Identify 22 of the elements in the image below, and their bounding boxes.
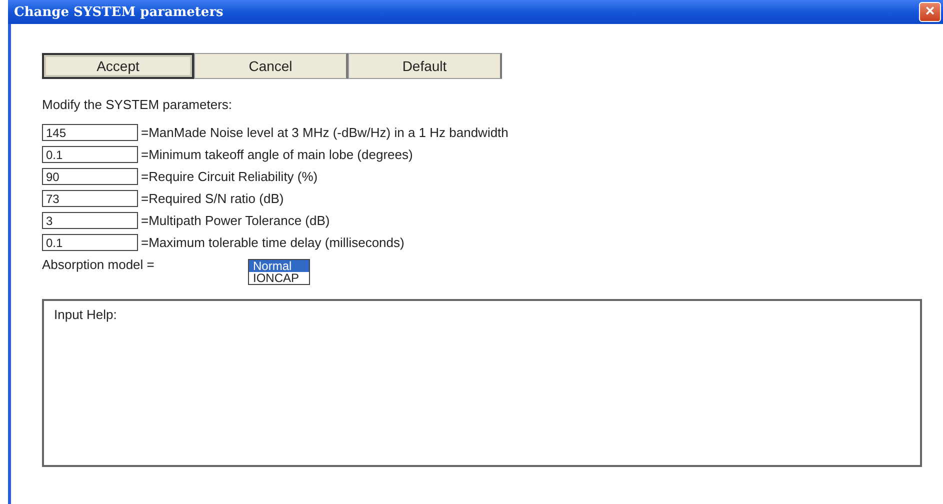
parameter-label: =Multipath Power Tolerance (dB) bbox=[141, 213, 330, 228]
parameter-label: =Minimum takeoff angle of main lobe (degrees) bbox=[141, 147, 413, 162]
parameter-label: =Required S/N ratio (dB) bbox=[141, 191, 284, 206]
input-field[interactable]: 73 bbox=[42, 190, 138, 207]
dialog-button[interactable]: Cancel bbox=[194, 53, 348, 79]
parameter-label: =Maximum tolerable time delay (milliseconds) bbox=[141, 235, 404, 250]
input-field[interactable]: 0.1 bbox=[42, 234, 138, 251]
help-title: Input Help: bbox=[54, 307, 117, 322]
list-option[interactable]: IONCAP bbox=[249, 272, 309, 284]
input-field[interactable]: 145 bbox=[42, 124, 138, 141]
window-title: Change SYSTEM parameters bbox=[14, 4, 224, 20]
input-field[interactable]: 3 bbox=[42, 212, 138, 229]
instruction-text: Modify the SYSTEM parameters: bbox=[42, 97, 234, 112]
input-field[interactable]: 90 bbox=[42, 168, 138, 185]
dialog-button[interactable]: Default bbox=[348, 53, 502, 79]
list-option[interactable]: Normal bbox=[249, 260, 309, 272]
parameter-label: =ManMade Noise level at 3 MHz (-dBw/Hz) in a 1 Hz bandwidth bbox=[141, 125, 508, 140]
absorption-listbox[interactable]: Normal IONCAP bbox=[248, 259, 310, 285]
input-field[interactable]: 0.1 bbox=[42, 146, 138, 163]
dialog-button[interactable]: Accept bbox=[42, 53, 194, 79]
absorption-label: Absorption model = bbox=[42, 256, 156, 272]
parameter-label: =Require Circuit Reliability (%) bbox=[141, 169, 318, 184]
